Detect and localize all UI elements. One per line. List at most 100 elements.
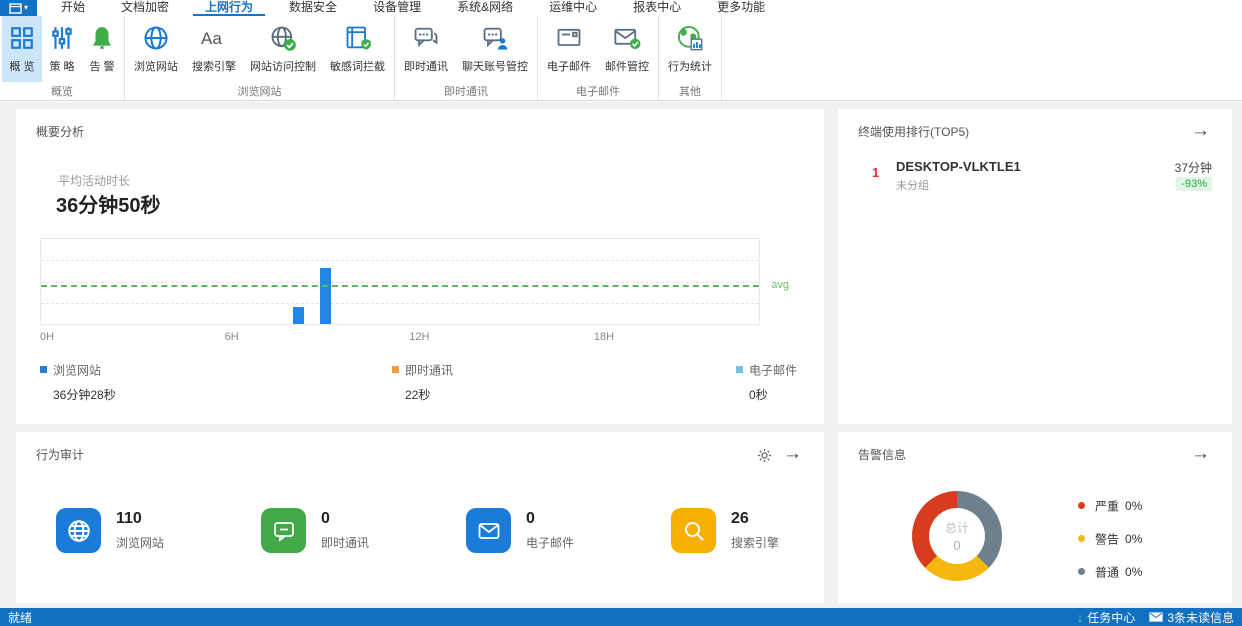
doc-shield-icon bbox=[344, 21, 372, 55]
ribbon-overview-button[interactable]: 概 览 bbox=[2, 16, 42, 82]
arrow-right-icon[interactable]: → bbox=[1191, 444, 1210, 463]
legend-marker bbox=[392, 366, 399, 374]
x-axis: 0H 6H 12H 18H bbox=[40, 331, 760, 345]
activity-chart: avg bbox=[40, 238, 789, 325]
ribbon-browse-site-button[interactable]: 浏览网站 bbox=[127, 16, 185, 82]
ribbon-mail-control-button[interactable]: 邮件管控 bbox=[598, 16, 656, 82]
donut-center-label: 总计 bbox=[944, 521, 969, 535]
x-tick-label: 0H bbox=[40, 331, 55, 343]
legend-label: 警告 bbox=[1095, 532, 1120, 547]
stat-label: 电子邮件 bbox=[526, 536, 575, 550]
ribbon-alert-button[interactable]: 告 警 bbox=[82, 16, 122, 82]
ribbon-chat-account-button[interactable]: 聊天账号管控 bbox=[455, 16, 535, 82]
ribbon-site-access-control-button[interactable]: 网站访问控制 bbox=[243, 16, 323, 82]
globe-check-icon bbox=[269, 21, 297, 55]
globe-icon bbox=[56, 508, 101, 553]
app-menu-button[interactable]: ▾ bbox=[0, 0, 37, 16]
ranking-item[interactable]: 1 DESKTOP-VLKTLE1 未分组 37分钟 -93% bbox=[858, 157, 1214, 197]
panel-title: 概要分析 bbox=[36, 125, 85, 139]
tab-system-network[interactable]: 系统&网络 bbox=[445, 0, 525, 16]
ribbon-policy-button[interactable]: 策 略 bbox=[42, 16, 82, 82]
donut-center: 总计 0 bbox=[929, 508, 985, 564]
behavior-audit-panel: 行为审计 → 110 浏览网站 0 即时通讯 0 电子邮件 26 搜索引擎 bbox=[16, 432, 824, 603]
gear-icon[interactable] bbox=[757, 448, 772, 468]
chat-icon bbox=[261, 508, 306, 553]
stat-im[interactable]: 0 即时通讯 bbox=[261, 508, 451, 558]
legend-dot bbox=[1078, 568, 1085, 576]
chat-icon bbox=[412, 21, 440, 55]
ribbon-behavior-stats-button[interactable]: 行为统计 bbox=[661, 16, 719, 82]
ribbon-im-button[interactable]: 即时通讯 bbox=[397, 16, 455, 82]
stat-value: 0 bbox=[526, 510, 535, 527]
status-bar: 就绪 ↓ 任务中心 3条未读信息 bbox=[0, 608, 1242, 626]
tab-web-behavior[interactable]: 上网行为 bbox=[193, 0, 266, 16]
unread-messages-button[interactable]: 3条未读信息 bbox=[1149, 609, 1234, 626]
ribbon-button-label: 概 览 bbox=[9, 61, 35, 73]
app-window: ▾ 开始 文档加密 上网行为 数据安全 设备管理 系统&网络 运维中心 报表中心… bbox=[0, 0, 1242, 626]
donut-center-value: 0 bbox=[953, 538, 961, 553]
usage-duration: 37分钟 bbox=[1174, 161, 1212, 175]
main-content: 概要分析 平均活动时长 36分钟50秒 avg 0H 6H 12H 18H 浏览网站 … bbox=[0, 102, 1242, 608]
legend-marker bbox=[736, 366, 743, 374]
x-tick-label: 6H bbox=[224, 331, 239, 343]
legend-dot bbox=[1078, 502, 1085, 510]
task-center-button[interactable]: ↓ 任务中心 bbox=[1077, 609, 1136, 626]
ribbon-group-email: 电子邮件 邮件管控 电子邮件 bbox=[538, 16, 659, 100]
ribbon-search-engine-button[interactable]: Aa 搜索引擎 bbox=[185, 16, 243, 82]
ribbon-group-label: 浏览网站 bbox=[237, 86, 282, 98]
arrow-right-icon[interactable]: → bbox=[783, 444, 802, 463]
legend-label: 即时通讯 bbox=[405, 363, 454, 378]
stat-label: 浏览网站 bbox=[116, 536, 165, 550]
rank-number: 1 bbox=[872, 165, 880, 180]
stat-value: 0 bbox=[321, 510, 330, 527]
legend-label: 电子邮件 bbox=[749, 363, 798, 378]
legend-marker bbox=[40, 366, 47, 374]
ribbon-email-button[interactable]: 电子邮件 bbox=[540, 16, 598, 82]
ribbon-group-overview: 概 览 策 略 告 警 概览 bbox=[0, 16, 125, 100]
arrow-right-icon[interactable]: → bbox=[1191, 121, 1210, 140]
tab-report-center[interactable]: 报表中心 bbox=[621, 0, 693, 16]
tab-more[interactable]: 更多功能 bbox=[705, 0, 777, 16]
gridline bbox=[41, 281, 759, 283]
legend-label: 浏览网站 bbox=[53, 363, 102, 378]
tab-ops-center[interactable]: 运维中心 bbox=[537, 0, 609, 16]
tab-device-mgmt[interactable]: 设备管理 bbox=[361, 0, 433, 16]
stat-browse-sites[interactable]: 110 浏览网站 bbox=[56, 508, 246, 558]
ribbon-button-label: 电子邮件 bbox=[547, 61, 591, 73]
chart-bar bbox=[292, 307, 304, 324]
globe-chart-icon bbox=[676, 21, 704, 55]
tab-doc-encrypt[interactable]: 文档加密 bbox=[109, 0, 181, 16]
legend-value: 0秒 bbox=[749, 388, 768, 402]
legend-value: 0% bbox=[1125, 531, 1143, 546]
ribbon: 概 览 策 略 告 警 概览 浏览网站 Aa 搜索引擎 网站访问控制 敏感词拦截… bbox=[0, 16, 1242, 101]
stat-label: 搜索引擎 bbox=[731, 536, 780, 550]
legend-item: 电子邮件 0秒 bbox=[736, 361, 816, 403]
legend-item: 即时通讯 22秒 bbox=[392, 361, 572, 403]
terminal-ranking-panel: 终端使用排行(TOP5) → 1 DESKTOP-VLKTLE1 未分组 37分… bbox=[838, 109, 1232, 424]
ribbon-button-label: 即时通讯 bbox=[404, 61, 448, 73]
legend-value: 22秒 bbox=[405, 388, 431, 402]
tab-start[interactable]: 开始 bbox=[49, 0, 97, 16]
avg-duration-value: 36分钟50秒 bbox=[56, 195, 161, 217]
ribbon-group-label: 电子邮件 bbox=[576, 86, 620, 98]
envelope-icon bbox=[1149, 612, 1164, 622]
tab-data-security[interactable]: 数据安全 bbox=[277, 0, 349, 16]
panel-title: 告警信息 bbox=[858, 448, 907, 462]
gridline bbox=[41, 302, 759, 304]
ribbon-group-label: 其他 bbox=[679, 86, 701, 98]
chevron-down-icon: ▾ bbox=[23, 3, 28, 12]
avg-label: avg bbox=[771, 278, 789, 291]
chat-user-icon bbox=[481, 21, 509, 55]
terminal-name: DESKTOP-VLKTLE1 bbox=[896, 159, 1021, 174]
download-arrow-icon: ↓ bbox=[1076, 609, 1084, 625]
ribbon-group-label: 即时通讯 bbox=[444, 86, 488, 98]
legend-value: 0% bbox=[1125, 498, 1143, 513]
ribbon-group-other: 行为统计 其他 bbox=[659, 16, 722, 100]
ribbon-sensitive-word-button[interactable]: 敏感词拦截 bbox=[323, 16, 392, 82]
stat-email[interactable]: 0 电子邮件 bbox=[466, 508, 656, 558]
status-text: 就绪 bbox=[8, 610, 33, 625]
mail-icon bbox=[555, 21, 583, 55]
stat-search-engine[interactable]: 26 搜索引擎 bbox=[671, 508, 861, 558]
summary-panel: 概要分析 平均活动时长 36分钟50秒 avg 0H 6H 12H 18H 浏览网站 … bbox=[16, 109, 824, 424]
ribbon-button-label: 聊天账号管控 bbox=[462, 61, 528, 73]
